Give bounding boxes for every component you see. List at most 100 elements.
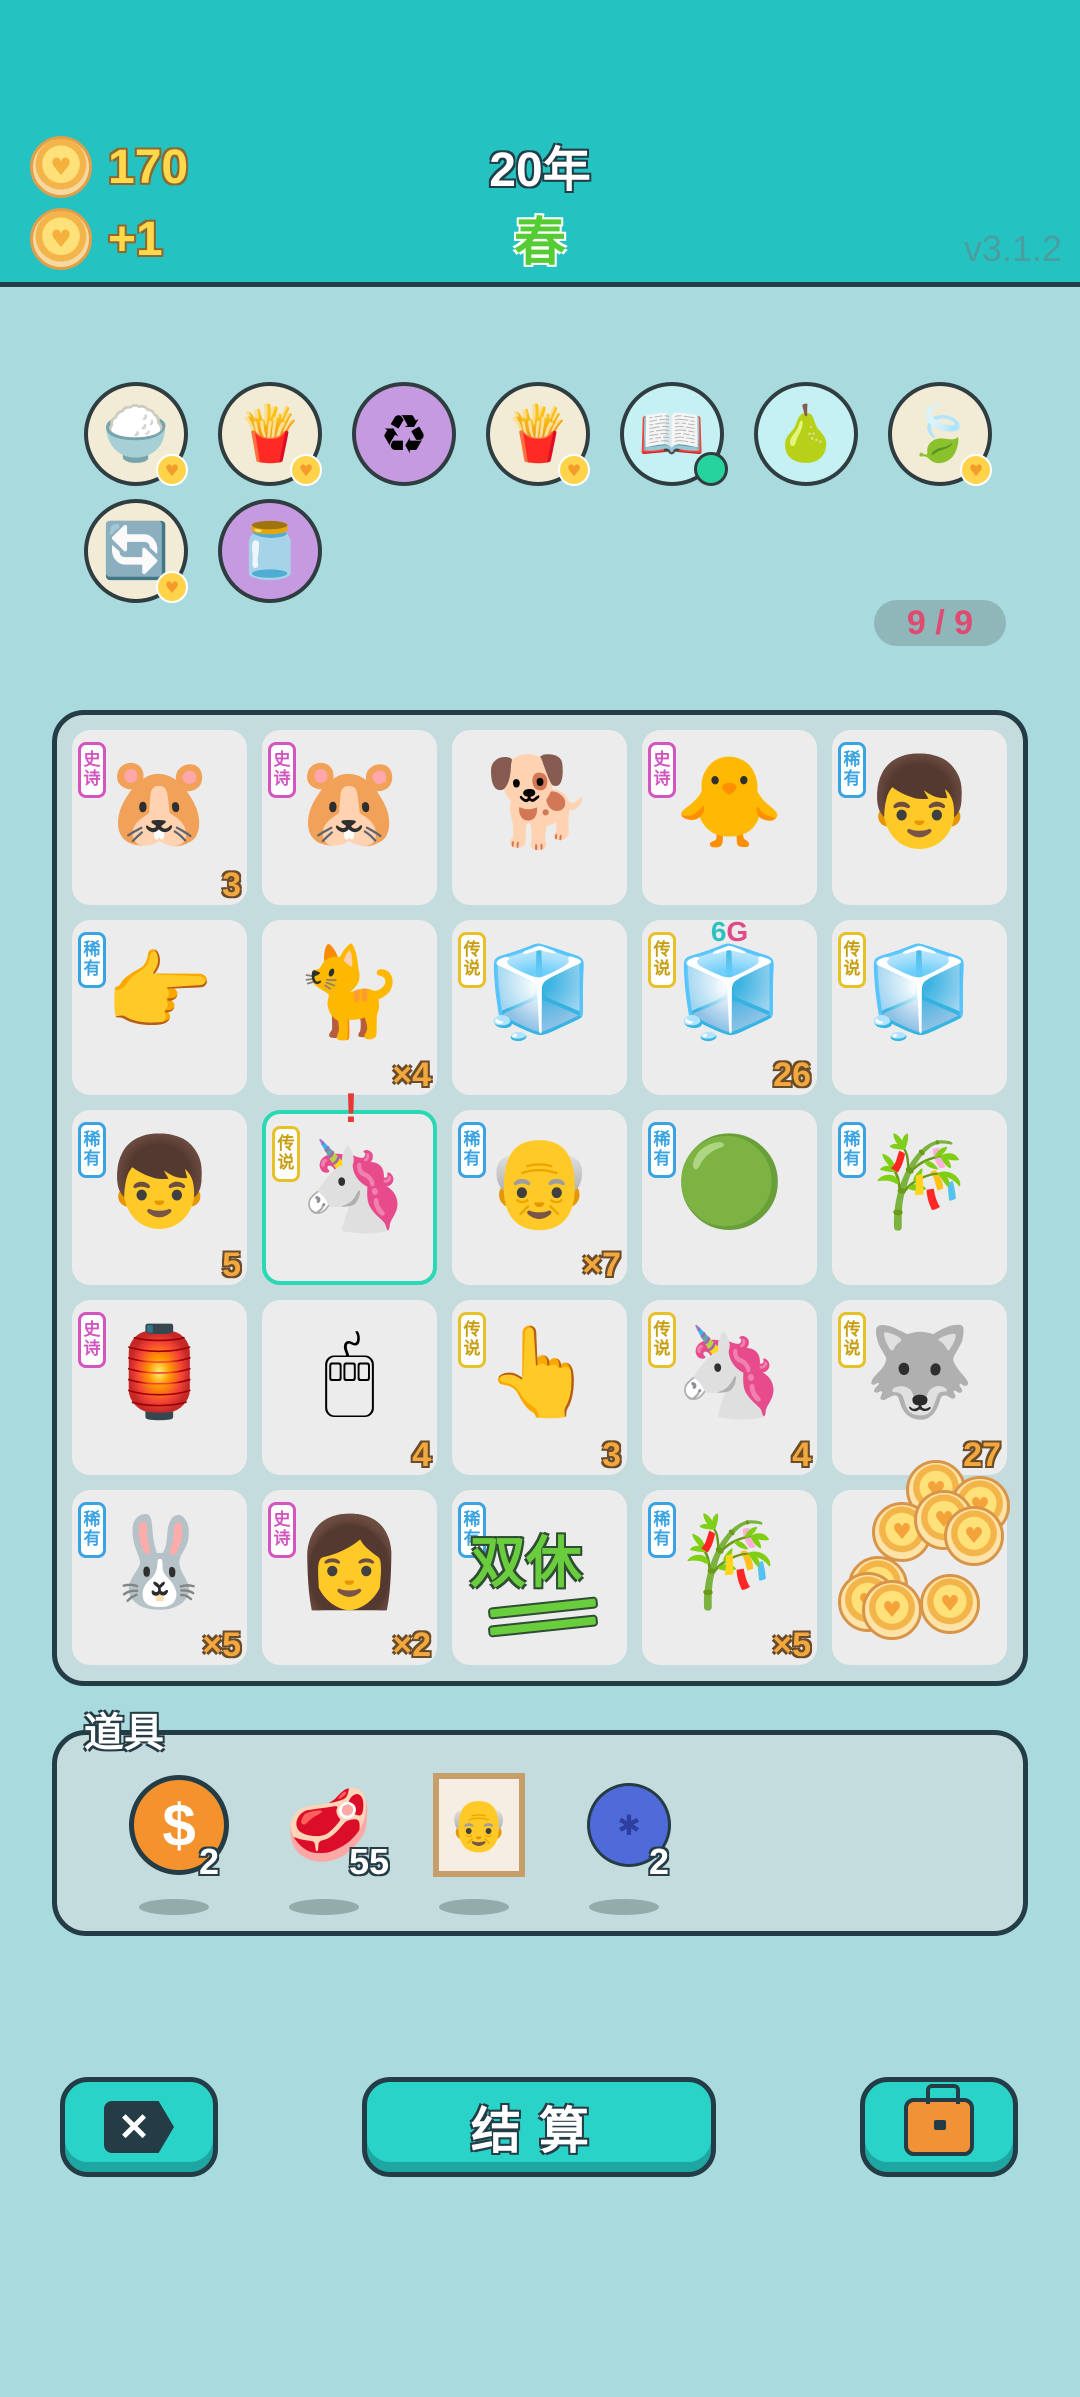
prop-item[interactable]: 👴 — [399, 1773, 539, 1925]
item-icon: 🐈 — [294, 940, 405, 1043]
board-slot-counter: 9 / 9 — [874, 600, 1006, 646]
item-icon: 👉 — [104, 940, 215, 1043]
cell-boy-face[interactable]: 稀有 👦 — [832, 730, 1007, 905]
prop-shadow — [139, 1899, 209, 1915]
cell-fridge[interactable]: 传说 🧊 — [832, 920, 1007, 1095]
cell-boy-face[interactable]: 稀有 👦 5 — [72, 1110, 247, 1285]
cell-moon-rabbit[interactable]: 稀有 🐰 ×5 — [72, 1490, 247, 1665]
item-board: 史诗 🐹 3 史诗 🐹 🐕 史诗 🐥 稀有 👦 稀有 👉 🐈 ×4 传说 🧊 传说 🧊 6G 26 传说 🧊 稀有 👦 5 传说 🦄… — [52, 710, 1028, 1686]
notification-dot — [694, 452, 728, 486]
item-icon: 👆 — [484, 1320, 595, 1423]
season-label: 春 — [513, 213, 566, 273]
item-icon: 👩 — [294, 1510, 405, 1613]
tool-glyph: 🍟 — [236, 402, 304, 465]
jar-icon[interactable]: 🫙 — [218, 499, 322, 603]
rice-bowl-icon[interactable]: 🍚 ♥ — [84, 382, 188, 486]
cell-groundhog[interactable]: 史诗 🐹 — [262, 730, 437, 905]
cell-bamboo[interactable]: 稀有 🎋 — [832, 1110, 1007, 1285]
cell-mouse[interactable]: 🖱 4 — [262, 1300, 437, 1475]
alert-icon: ! — [344, 1084, 358, 1131]
item-icon: 🏮 — [104, 1320, 215, 1423]
backpack-button[interactable] — [860, 2077, 1018, 2177]
heart-coin-icon: ♥ — [920, 1574, 980, 1634]
item-count: 4 — [792, 1436, 811, 1474]
heart-badge-icon: ♥ — [960, 454, 992, 486]
item-icon: 🐥 — [674, 750, 785, 853]
item-icon: 🐰 — [104, 1510, 215, 1613]
cell-green-ball[interactable]: 稀有 🟢 — [642, 1110, 817, 1285]
book-icon[interactable]: 📖 — [620, 382, 728, 486]
prop-shadow — [439, 1899, 509, 1915]
item-count: ×2 — [392, 1626, 431, 1664]
settle-button[interactable]: 结算 — [362, 2077, 716, 2177]
cell-groundhog[interactable]: 史诗 🐹 3 — [72, 730, 247, 905]
pomelo-icon[interactable]: 🍐 — [754, 382, 858, 486]
settle-button-label: 结算 — [471, 2102, 607, 2160]
cell-coin-pile[interactable]: ♥♥♥♥♥♥♥♥♥ — [832, 1460, 1010, 1665]
double-rest-lines — [487, 1596, 599, 1638]
item-icon: 🧊 — [674, 940, 785, 1043]
prop-item[interactable]: 🥩 55 — [249, 1775, 389, 1925]
item-icon: 🧊 — [484, 940, 595, 1043]
item-icon: 👴 — [484, 1130, 595, 1233]
fries-icon[interactable]: 🍟 ♥ — [486, 382, 590, 486]
heart-badge-icon: ♥ — [156, 454, 188, 486]
prop-quantity: 55 — [349, 1841, 390, 1882]
tool-glyph: 🍚 — [102, 402, 170, 465]
fries-icon[interactable]: 🍟 ♥ — [218, 382, 322, 486]
prop-item[interactable]: $2 — [99, 1775, 239, 1925]
props-title: 道具 — [84, 1710, 164, 1756]
item-icon: 🐺 — [864, 1320, 975, 1423]
item-count: 3 — [222, 866, 241, 904]
cell-fridge-6g[interactable]: 传说 🧊 6G 26 — [642, 916, 817, 1095]
recycle-icon[interactable]: ♻ — [352, 382, 456, 486]
item-icon: 🦄 — [298, 1134, 409, 1237]
item-icon: 🟢 — [674, 1130, 785, 1233]
cell-chick-with-hair[interactable]: 史诗 🐥 — [642, 730, 817, 905]
props-panel: $2 🥩 55 👴 ✱ 2 — [52, 1730, 1028, 1936]
close-icon: ✕ — [104, 2101, 174, 2153]
portrait-frame-icon: 👴 — [429, 1773, 529, 1877]
heart-badge-icon: ♥ — [558, 454, 590, 486]
cell-pointer-hand[interactable]: 传说 👆 3 — [452, 1300, 627, 1475]
prop-shadow — [289, 1899, 359, 1915]
cell-king-husky[interactable]: 传说 🐺 27 — [832, 1300, 1007, 1475]
top-status-bar: ♥ 170 ♥ +1 20年 春 v3.1.2 — [0, 0, 1080, 287]
cell-bamboo[interactable]: 稀有 🎋 ×5 — [642, 1490, 817, 1665]
cell-rabbit-house[interactable]: 史诗 🏮 — [72, 1300, 247, 1475]
item-count: 4 — [412, 1436, 431, 1474]
tool-glyph: ♻ — [379, 402, 429, 466]
item-icon: 👦 — [104, 1130, 215, 1233]
item-count: 26 — [773, 1056, 811, 1094]
tool-glyph: 🫙 — [236, 519, 304, 582]
tool-glyph: 📖 — [638, 402, 706, 465]
cell-girl[interactable]: 史诗 👩 ×2 — [262, 1490, 437, 1665]
heart-coin-icon: ♥ — [944, 1506, 1004, 1566]
cell-bald-man[interactable]: 稀有 👴 ×7 — [452, 1110, 627, 1285]
close-button[interactable]: ✕ — [60, 2077, 218, 2177]
item-count: ×5 — [202, 1626, 241, 1664]
cell-unicorn[interactable]: 传说 🦄! — [262, 1084, 437, 1285]
network-badge: 6G — [710, 916, 749, 947]
item-icon: 🖱 — [323, 1320, 376, 1423]
cell-double-rest[interactable]: 稀有 双休 — [452, 1490, 627, 1665]
prop-quantity: 2 — [649, 1841, 670, 1882]
item-count: ×7 — [582, 1246, 621, 1284]
item-count: ×5 — [772, 1626, 811, 1664]
cell-pointing-hand[interactable]: 稀有 👉 — [72, 920, 247, 1095]
cell-husky-dog[interactable]: 🐕 — [452, 730, 627, 905]
item-icon: 🎋 — [864, 1130, 975, 1233]
refresh-icon[interactable]: 🔄 ♥ — [84, 499, 188, 603]
cell-unicorn[interactable]: 传说 🦄 4 — [642, 1300, 817, 1475]
cell-yellow-cat[interactable]: 🐈 ×4 — [262, 920, 437, 1095]
leaf-icon[interactable]: 🍃 ♥ — [888, 382, 992, 486]
item-icon: 🐹 — [104, 750, 215, 853]
tool-glyph: 🍐 — [772, 402, 840, 465]
item-icon: 🐹 — [294, 750, 405, 853]
briefcase-icon — [904, 2084, 974, 2156]
double-rest-text: 双休 — [470, 1531, 582, 1596]
item-icon: 🎋 — [674, 1510, 785, 1613]
prop-quantity: 2 — [199, 1841, 220, 1882]
prop-item[interactable]: ✱ 2 — [549, 1775, 689, 1925]
cell-fridge[interactable]: 传说 🧊 — [452, 920, 627, 1095]
